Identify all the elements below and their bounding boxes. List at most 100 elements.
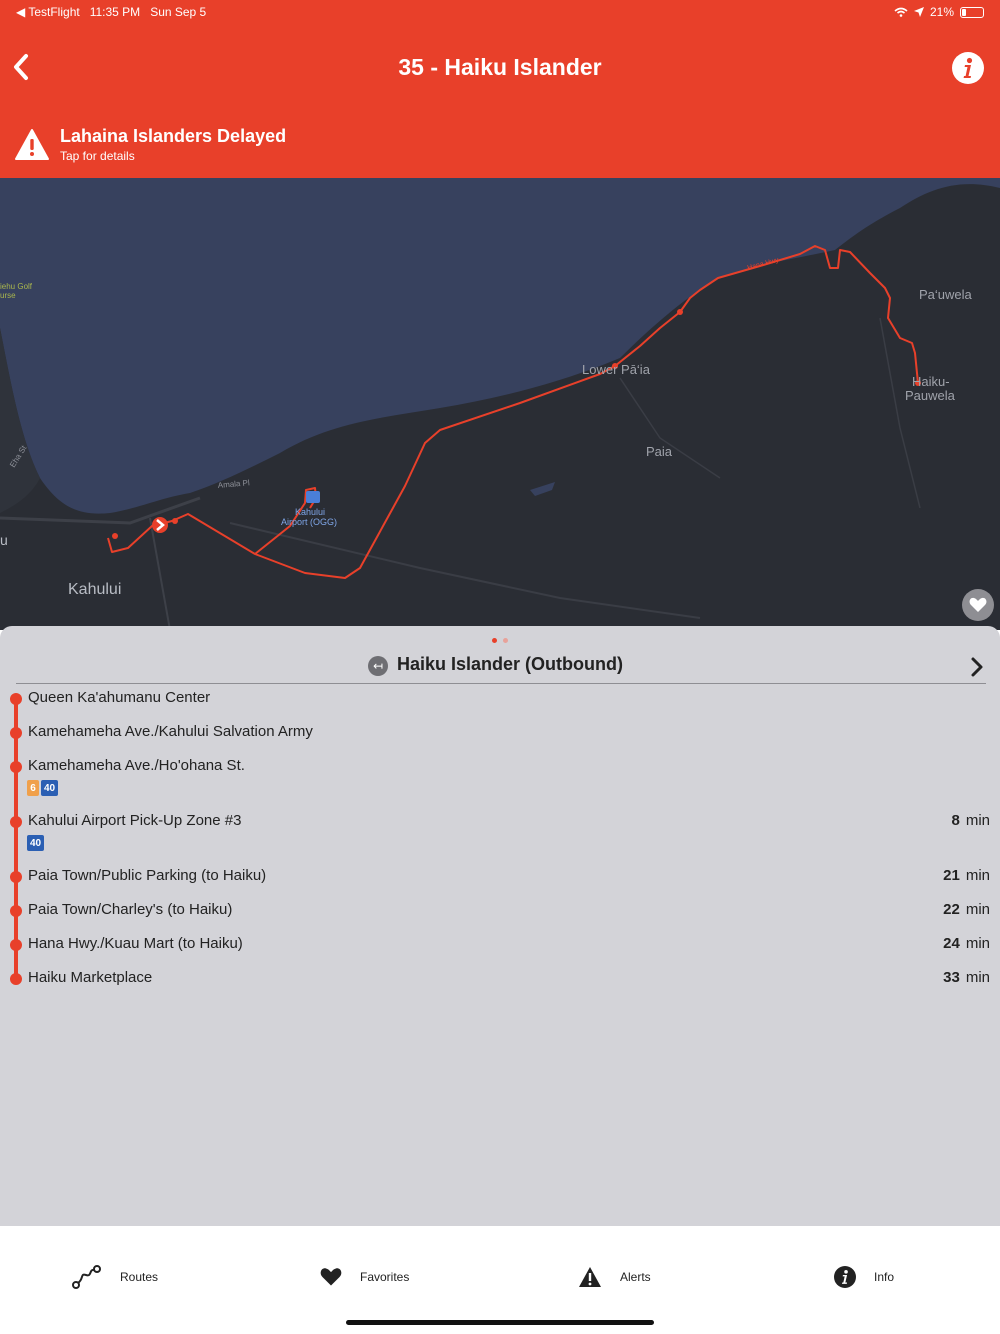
stop-node: [10, 871, 22, 883]
home-indicator[interactable]: [346, 1320, 654, 1325]
connecting-routes: 6 40: [27, 780, 59, 796]
map-label: Kahului: [295, 507, 325, 517]
route-map[interactable]: iehu Golf urse Kahului u Eha St Amala Pl…: [0, 178, 1000, 630]
map-label: Pauwela: [905, 388, 956, 403]
alert-title: Lahaina Islanders Delayed: [60, 126, 287, 146]
page-title: 35 - Haiku Islander: [398, 54, 602, 80]
direction-icon: ↤: [368, 656, 388, 676]
info-icon[interactable]: [952, 52, 984, 84]
status-bar: ◀ TestFlight 11:35 PM Sun Sep 5 21%: [0, 0, 1000, 24]
stop-row[interactable]: Kamehameha Ave./Ho'ohana St. 6 40: [0, 754, 1000, 809]
road: [149, 517, 171, 630]
heart-icon: [320, 1268, 342, 1286]
stop-row[interactable]: Paia Town/Public Parking (to Haiku) 21 min: [0, 864, 1000, 898]
stop-name: Kahului Airport Pick-Up Zone #3: [28, 812, 242, 829]
eta-unit: min: [965, 969, 990, 986]
map-label: Airport (OGG): [281, 517, 337, 527]
tab-info[interactable]: Info: [834, 1262, 894, 1292]
direction-header[interactable]: ↤ Haiku Islander (Outbound): [16, 654, 986, 684]
stop-marker: [677, 309, 683, 315]
stop-marker: [172, 518, 178, 524]
map-label: Pa‘uwela: [919, 287, 973, 302]
stops-sheet: ↤ Haiku Islander (Outbound) Queen Ka'ahu…: [0, 626, 1000, 1226]
eta-value: 22: [943, 901, 960, 918]
battery-icon: [960, 6, 984, 18]
page-dot-active: [492, 638, 497, 643]
info-icon: [834, 1266, 856, 1288]
favorite-route-button[interactable]: [962, 589, 994, 621]
stop-eta: 33 min: [943, 969, 990, 986]
stop-row[interactable]: Paia Town/Charley's (to Haiku) 22 min: [0, 898, 1000, 932]
map-label: Lower Pā‘ia: [582, 362, 651, 377]
stop-row[interactable]: Haiku Marketplace 33 min: [0, 966, 1000, 1000]
stop-name: Paia Town/Charley's (to Haiku): [28, 901, 233, 918]
stop-name: Paia Town/Public Parking (to Haiku): [28, 867, 267, 884]
stop-name: Kamehameha Ave./Ho'ohana St.: [28, 757, 245, 774]
route-badge[interactable]: 40: [27, 835, 45, 851]
location-arrow-icon: [913, 7, 924, 17]
stop-node: [10, 939, 22, 951]
stop-row[interactable]: Kahului Airport Pick-Up Zone #3 8 min 40: [0, 809, 1000, 864]
stop-eta: 22 min: [943, 901, 990, 918]
stop-name: Hana Hwy./Kuau Mart (to Haiku): [28, 935, 243, 952]
status-date: Sun Sep 5: [150, 5, 207, 19]
direction-title: Haiku Islander (Outbound): [397, 654, 624, 674]
stop-eta: 8 min: [951, 812, 990, 829]
tab-bar: Routes Favorites Alerts Info: [0, 1226, 1000, 1334]
stop-row[interactable]: Kamehameha Ave./Kahului Salvation Army: [0, 720, 1000, 754]
chevron-right-icon[interactable]: [970, 656, 984, 678]
navigation-bar: 35 - Haiku Islander: [0, 24, 1000, 120]
stop-node: [10, 761, 22, 773]
stop-name: Kamehameha Ave./Kahului Salvation Army: [28, 723, 313, 740]
warning-icon: [15, 129, 49, 160]
eta-value: 8: [951, 812, 960, 829]
eta-unit: min: [965, 935, 990, 952]
testflight-back-link[interactable]: ◀ TestFlight: [16, 5, 80, 19]
route-badge[interactable]: 6: [27, 780, 39, 796]
stop-row[interactable]: Hana Hwy./Kuau Mart (to Haiku) 24 min: [0, 932, 1000, 966]
warning-icon: [579, 1267, 601, 1287]
bus-marker: [152, 517, 168, 533]
status-time: 11:35 PM: [89, 5, 141, 19]
stop-name: Haiku Marketplace: [28, 969, 153, 986]
alert-subtitle: Tap for details: [60, 149, 135, 163]
airport-icon: [306, 491, 320, 503]
eta-value: 33: [943, 969, 960, 986]
tab-routes-label: Routes: [120, 1270, 159, 1284]
map-label: Amala Pl: [217, 478, 250, 490]
stop-marker: [112, 533, 118, 539]
ocean-area: [0, 178, 1000, 514]
stop-eta: 21 min: [943, 867, 990, 884]
tab-info-label: Info: [874, 1270, 895, 1284]
tab-alerts[interactable]: Alerts: [578, 1262, 651, 1292]
page-indicator[interactable]: [0, 638, 1000, 643]
route-badge[interactable]: 40: [41, 780, 59, 796]
eta-unit: min: [965, 812, 990, 829]
stop-node: [10, 693, 22, 705]
map-label: urse: [0, 291, 16, 300]
wifi-icon: [894, 7, 908, 17]
map-label: Haiku-: [912, 374, 950, 389]
stop-node: [10, 727, 22, 739]
tab-favorites[interactable]: Favorites: [320, 1262, 409, 1292]
eta-value: 21: [943, 867, 960, 884]
eta-unit: min: [965, 867, 990, 884]
page-dot: [503, 638, 508, 643]
stop-node: [10, 816, 22, 828]
map-label: u: [0, 532, 8, 548]
heart-icon: [969, 597, 987, 612]
battery-percent: 21%: [929, 5, 954, 19]
stop-node: [10, 973, 22, 985]
eta-value: 24: [943, 935, 960, 952]
tab-routes[interactable]: Routes: [72, 1262, 158, 1292]
alert-banner[interactable]: Lahaina Islanders Delayed Tap for detail…: [0, 120, 1000, 178]
stop-name: Queen Ka'ahumanu Center: [28, 689, 211, 706]
route-icon: [72, 1265, 101, 1289]
stop-row[interactable]: Queen Ka'ahumanu Center: [0, 686, 1000, 720]
road: [619, 377, 721, 479]
tab-favorites-label: Favorites: [360, 1270, 410, 1284]
stop-list: Queen Ka'ahumanu Center Kamehameha Ave./K…: [0, 686, 1000, 1000]
tab-alerts-label: Alerts: [620, 1270, 651, 1284]
pond: [530, 482, 555, 496]
eta-unit: min: [965, 901, 990, 918]
